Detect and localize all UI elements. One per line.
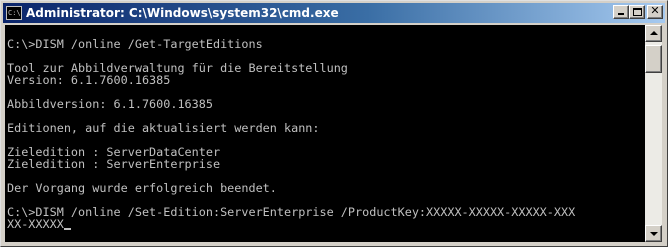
scroll-up-arrow-icon: [650, 31, 658, 35]
cmd-window: C:\ Administrator: C:\Windows\system32\c…: [0, 0, 668, 247]
text-cursor: [63, 228, 71, 230]
console-line: Abbildversion: 6.1.7600.16385: [7, 97, 213, 111]
scrollbar-thumb[interactable]: [645, 45, 662, 73]
scroll-up-button[interactable]: [645, 25, 662, 42]
cmd-icon[interactable]: C:\: [6, 6, 22, 20]
maximize-button[interactable]: [629, 5, 645, 19]
maximize-icon: [633, 8, 642, 16]
minimize-button[interactable]: [613, 5, 629, 19]
scroll-down-button[interactable]: [645, 225, 662, 242]
minimize-icon: [618, 13, 624, 15]
console-line: Der Vorgang wurde erfolgreich beendet.: [7, 181, 277, 195]
console-output[interactable]: C:\>DISM /online /Get-TargetEditions Too…: [5, 25, 645, 242]
scroll-down-arrow-icon: [650, 232, 658, 236]
window-title: Administrator: C:\Windows\system32\cmd.e…: [26, 6, 339, 20]
close-button[interactable]: ✕: [647, 4, 663, 19]
close-icon: ✕: [650, 4, 660, 17]
console-line: C:\>DISM /online /Set-Edition:ServerEnte…: [7, 205, 576, 219]
vertical-scrollbar[interactable]: [645, 25, 662, 242]
console-line: C:\>DISM /online /Get-TargetEditions: [7, 37, 263, 51]
console-line: XX-XXXXX: [7, 217, 64, 231]
console-line: Zieledition : ServerEnterprise: [7, 157, 221, 171]
console-current-line: XX-XXXXX: [7, 218, 71, 230]
console-line: Editionen, auf die aktualisiert werden k…: [7, 121, 320, 135]
console-line: Version: 6.1.7600.16385: [7, 73, 171, 87]
window-controls: ✕: [613, 4, 663, 19]
title-bar[interactable]: C:\ Administrator: C:\Windows\system32\c…: [3, 3, 665, 23]
